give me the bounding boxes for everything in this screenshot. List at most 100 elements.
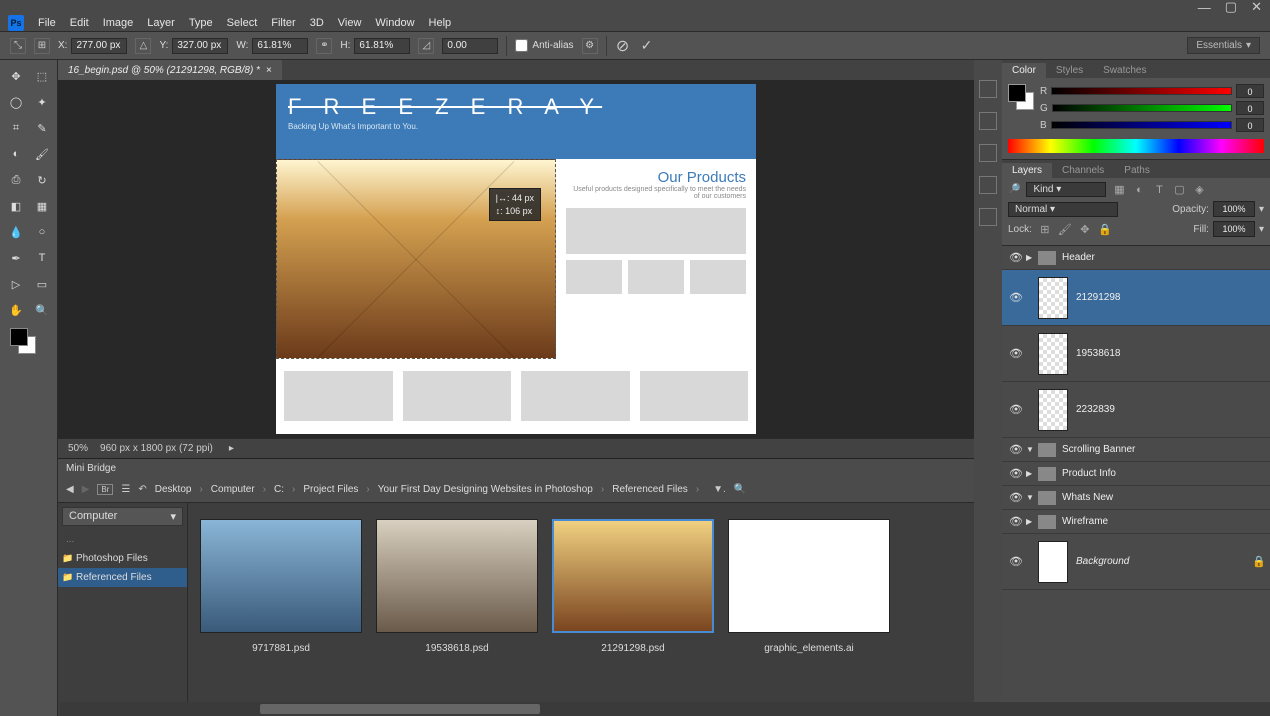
wand-tool-icon[interactable]: ✦ [30, 90, 54, 114]
transform-selection[interactable]: |↔: 44 px↕: 106 px [276, 159, 556, 359]
layer-row[interactable]: 👁▶Wireframe [1002, 510, 1270, 534]
filter-pixel-icon[interactable]: ▦ [1112, 183, 1126, 197]
opacity-field[interactable] [1213, 201, 1255, 217]
menu-type[interactable]: Type [189, 17, 213, 29]
visibility-icon[interactable]: 👁 [1006, 467, 1026, 480]
eyedropper-tool-icon[interactable]: ✎ [30, 116, 54, 140]
visibility-icon[interactable]: 👁 [1006, 491, 1026, 504]
visibility-icon[interactable]: 👁 [1006, 515, 1026, 528]
document-tab[interactable]: 16_begin.psd @ 50% (21291298, RGB/8) * × [58, 60, 282, 80]
lasso-tool-icon[interactable]: ◯ [4, 90, 28, 114]
history-brush-icon[interactable]: ↻ [30, 168, 54, 192]
stamp-tool-icon[interactable]: ⎙ [4, 168, 28, 192]
crumb[interactable]: Desktop [155, 484, 192, 495]
crop-tool-icon[interactable]: ⌗ [4, 116, 28, 140]
move-tool-icon[interactable]: ✥ [4, 64, 28, 88]
close-button[interactable]: ✕ [1251, 0, 1262, 15]
antialias-checkbox[interactable] [515, 39, 528, 52]
crumb[interactable]: Project Files [303, 484, 358, 495]
r-value[interactable]: 0 [1236, 84, 1264, 98]
nav-fwd-icon[interactable]: ▶ [82, 484, 90, 495]
tab-color[interactable]: Color [1002, 63, 1046, 78]
tab-paths[interactable]: Paths [1114, 163, 1160, 178]
pen-tool-icon[interactable]: ✒ [4, 246, 28, 270]
zoom-level[interactable]: 50% [68, 443, 88, 454]
crumb[interactable]: Referenced Files [612, 484, 688, 495]
tab-layers[interactable]: Layers [1002, 163, 1052, 178]
lock-pixel-icon[interactable]: 🖌 [1058, 222, 1072, 236]
layer-row[interactable]: 👁▶Header [1002, 246, 1270, 270]
color-swatch[interactable] [1008, 84, 1034, 110]
shape-tool-icon[interactable]: ▭ [30, 272, 54, 296]
thumbnail[interactable]: graphic_elements.ai [728, 519, 890, 700]
link-wh-icon[interactable]: ⚭ [316, 38, 332, 54]
visibility-icon[interactable]: 👁 [1006, 347, 1026, 360]
g-value[interactable]: 0 [1236, 101, 1264, 115]
b-value[interactable]: 0 [1236, 118, 1264, 132]
menu-help[interactable]: Help [429, 17, 452, 29]
layer-row[interactable]: 👁21291298 [1002, 270, 1270, 326]
history-dock-icon[interactable] [979, 80, 997, 98]
info-dock-icon[interactable] [979, 144, 997, 162]
layer-row[interactable]: 👁▼Scrolling Banner [1002, 438, 1270, 462]
filter-icon[interactable]: ▼. [713, 484, 726, 495]
folder-item[interactable]: Photoshop Files [58, 549, 187, 568]
close-tab-icon[interactable]: × [266, 65, 272, 76]
transform-tool-icon[interactable]: ⤡ [10, 38, 26, 54]
search-icon[interactable]: 🔍 [734, 484, 746, 495]
filter-dropdown[interactable]: Kind ▾ [1026, 182, 1106, 197]
warp-icon[interactable]: ⚙ [582, 38, 598, 54]
menu-image[interactable]: Image [103, 17, 134, 29]
menu-filter[interactable]: Filter [271, 17, 295, 29]
tab-swatches[interactable]: Swatches [1093, 63, 1156, 78]
hand-tool-icon[interactable]: ✋ [4, 298, 28, 322]
blend-mode-dropdown[interactable]: Normal ▾ [1008, 202, 1118, 217]
filter-smart-icon[interactable]: ◈ [1192, 183, 1206, 197]
tab-channels[interactable]: Channels [1052, 163, 1114, 178]
crumb[interactable]: Your First Day Designing Websites in Pho… [378, 484, 593, 495]
visibility-icon[interactable]: 👁 [1006, 555, 1026, 568]
adjustments-dock-icon[interactable] [979, 176, 997, 194]
commit-transform-icon[interactable]: ✓ [639, 38, 655, 54]
w-field[interactable] [252, 38, 308, 54]
blur-tool-icon[interactable]: 💧 [4, 220, 28, 244]
kuler-dock-icon[interactable] [979, 208, 997, 226]
fg-bg-swatch[interactable] [4, 328, 53, 358]
menu-window[interactable]: Window [375, 17, 414, 29]
r-slider[interactable] [1051, 87, 1232, 95]
minimize-button[interactable]: — [1198, 0, 1211, 15]
healing-tool-icon[interactable]: ◐ [4, 142, 28, 166]
visibility-icon[interactable]: 👁 [1006, 251, 1026, 264]
reference-point-icon[interactable]: ⊞ [34, 38, 50, 54]
folder-item[interactable]: Referenced Files [58, 568, 187, 587]
navigator-dock-icon[interactable] [979, 112, 997, 130]
workspace-dropdown[interactable]: Essentials▾ [1187, 37, 1260, 54]
menu-file[interactable]: File [38, 17, 56, 29]
y-field[interactable] [172, 38, 228, 54]
menu-3d[interactable]: 3D [310, 17, 324, 29]
angle-field[interactable] [442, 38, 498, 54]
crumb[interactable]: C: [274, 484, 284, 495]
nav-back-icon[interactable]: ◀ [66, 484, 74, 495]
lock-trans-icon[interactable]: ⊞ [1038, 222, 1052, 236]
visibility-icon[interactable]: 👁 [1006, 443, 1026, 456]
fill-field[interactable] [1213, 221, 1255, 237]
layer-row[interactable]: 👁19538618 [1002, 326, 1270, 382]
x-field[interactable] [71, 38, 127, 54]
thumbnail[interactable]: 19538618.psd [376, 519, 538, 700]
marquee-tool-icon[interactable]: ⬚ [30, 64, 54, 88]
layer-row[interactable]: 👁Background🔒 [1002, 534, 1270, 590]
lock-all-icon[interactable]: 🔒 [1098, 222, 1112, 236]
h-scrollbar[interactable] [60, 702, 1270, 716]
thumbnail[interactable]: 21291298.psd [552, 519, 714, 700]
bridge-icon[interactable]: Br [97, 484, 113, 495]
g-slider[interactable] [1052, 104, 1232, 112]
thumbnail[interactable]: 9717881.psd [200, 519, 362, 700]
type-tool-icon[interactable]: T [30, 246, 54, 270]
location-dropdown[interactable]: Computer▾ [62, 507, 183, 526]
maximize-button[interactable]: ▢ [1225, 0, 1237, 15]
path-tool-icon[interactable]: ▷ [4, 272, 28, 296]
crumb[interactable]: Computer [211, 484, 255, 495]
swap-xy-icon[interactable]: △ [135, 38, 151, 54]
cancel-transform-icon[interactable]: ⊘ [615, 38, 631, 54]
